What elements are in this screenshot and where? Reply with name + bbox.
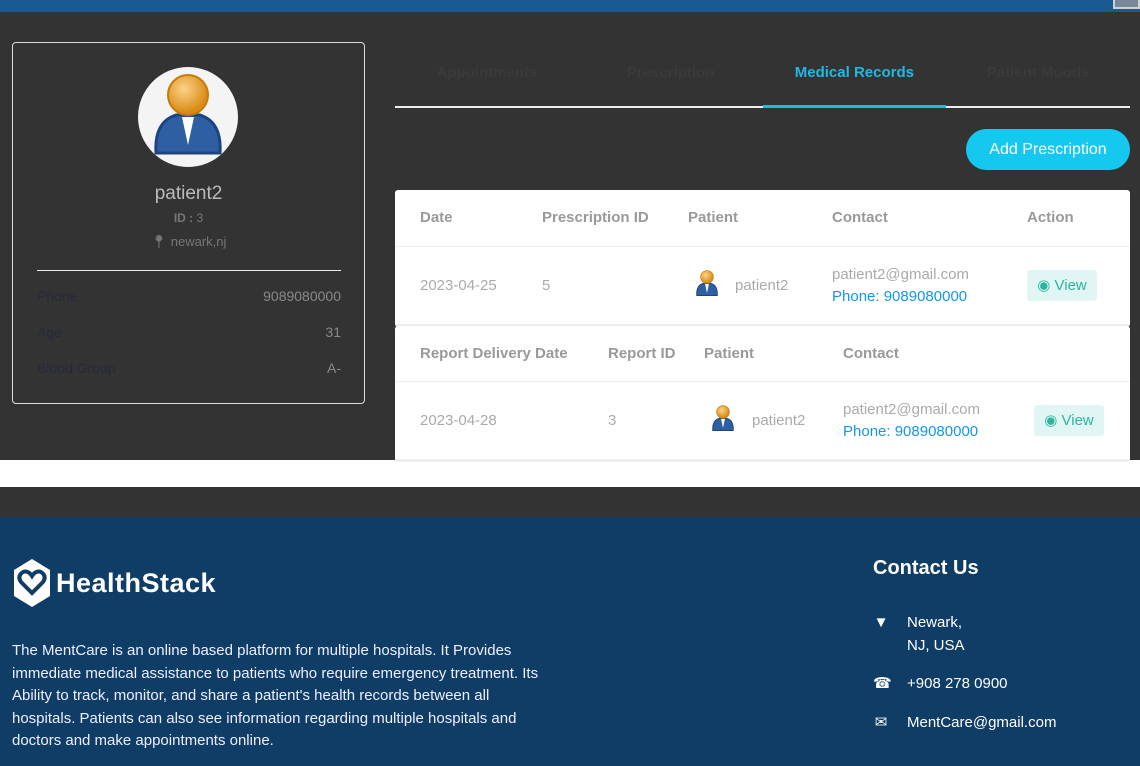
email-text: patient2@gmail.com	[843, 401, 980, 418]
view-button[interactable]: ◉ View	[1027, 270, 1097, 301]
date-cell: 2023-04-25	[420, 277, 497, 294]
row-divider	[395, 246, 1130, 247]
email-link[interactable]: MentCare@gmail.com	[907, 711, 1056, 734]
id-cell: 5	[542, 277, 551, 294]
tab-appointments[interactable]: Appointments	[395, 50, 579, 106]
column-header: Action	[1027, 209, 1074, 226]
info-value: A-	[327, 360, 341, 376]
map-pin-icon: 📍︎	[150, 234, 168, 249]
navbar-widget[interactable]	[1113, 0, 1140, 9]
id-label: ID :	[173, 211, 194, 225]
map-marker-icon: ▼	[873, 614, 889, 631]
reports-table: Report Delivery Date Report ID Patient C…	[395, 326, 1130, 462]
contact-cell: patient2@gmail.com Phone: 9089080000	[843, 399, 980, 443]
eye-icon: ◉	[1044, 412, 1058, 429]
column-header: Patient	[704, 345, 755, 362]
info-value: 31	[325, 324, 341, 340]
address-line: Newark,	[907, 614, 963, 631]
content-bottom-band	[0, 460, 1140, 487]
info-row-age: Age 31	[37, 324, 341, 340]
info-label: Phone	[37, 288, 78, 304]
contact-title: Contact Us	[873, 557, 979, 579]
footer: HealthStack The MentCare is an online ba…	[0, 517, 1140, 766]
info-label: Age	[37, 324, 62, 340]
phone-icon: ☎	[873, 675, 892, 692]
patient-cell: patient2	[752, 412, 806, 429]
column-header: Report ID	[608, 345, 676, 362]
add-prescription-button[interactable]: Add Prescription	[966, 129, 1130, 170]
heart-shield-icon	[14, 559, 50, 607]
tab-bar: Appointments Prescription Medical Record…	[395, 50, 1130, 108]
info-value: 9089080000	[263, 288, 341, 304]
info-label: Blood Group	[37, 360, 116, 376]
contact-cell: patient2@gmail.com Phone: 9089080000	[832, 264, 969, 308]
patient-cell: patient2	[735, 277, 789, 294]
view-label: View	[1054, 277, 1087, 294]
phone-link[interactable]: Phone: 9089080000	[832, 286, 969, 308]
email-text: patient2@gmail.com	[832, 266, 969, 283]
patient-avatar-icon	[707, 400, 739, 438]
patient-avatar-icon	[691, 265, 723, 303]
info-row-blood-group: Blood Group A-	[37, 360, 341, 376]
avatar	[138, 67, 238, 167]
eye-icon: ◉	[1037, 277, 1051, 294]
patient-name: patient2	[154, 183, 223, 204]
patient-location: 📍︎ newark,nj	[13, 234, 364, 250]
top-navbar	[0, 0, 1140, 12]
phone-text[interactable]: +908 278 0900	[907, 672, 1008, 695]
about-text: The MentCare is an online based platform…	[12, 642, 539, 749]
contact-phone: ☎ +908 278 0900	[873, 672, 1008, 695]
patient-id: ID : 3	[13, 211, 364, 225]
column-header: Patient	[688, 209, 739, 226]
row-divider	[395, 381, 1130, 382]
date-cell: 2023-04-28	[420, 412, 497, 429]
column-header: Contact	[843, 345, 899, 362]
id-value: 3	[196, 211, 204, 225]
address-line: NJ, USA	[907, 637, 965, 654]
envelope-icon: ✉	[874, 714, 888, 731]
column-header: Date	[420, 209, 453, 226]
column-header: Prescription ID	[542, 209, 649, 226]
profile-card: patient2 ID : 3 📍︎ newark,nj Phone 908908…	[12, 42, 365, 404]
id-cell: 3	[608, 412, 617, 429]
view-button[interactable]: ◉ View	[1034, 405, 1104, 436]
tab-prescription[interactable]: Prescription	[579, 50, 763, 106]
view-label: View	[1061, 412, 1094, 429]
column-header: Report Delivery Date	[420, 345, 568, 362]
contact-address: ▼ Newark, NJ, USA	[873, 611, 965, 657]
column-header: Contact	[832, 209, 888, 226]
info-row-phone: Phone 9089080000	[37, 288, 341, 304]
tab-patient-moods[interactable]: Patient Moods	[946, 50, 1130, 106]
brand-logo[interactable]: HealthStack	[12, 557, 216, 609]
brand-name: HealthStack	[56, 567, 217, 598]
tab-medical-records[interactable]: Medical Records	[762, 50, 947, 108]
contact-email: ✉ MentCare@gmail.com	[873, 711, 1057, 734]
phone-link[interactable]: Phone: 9089080000	[843, 421, 980, 443]
divider	[37, 270, 341, 271]
prescriptions-table: Date Prescription ID Patient Contact Act…	[395, 190, 1130, 327]
location-text: newark,nj	[170, 234, 227, 249]
